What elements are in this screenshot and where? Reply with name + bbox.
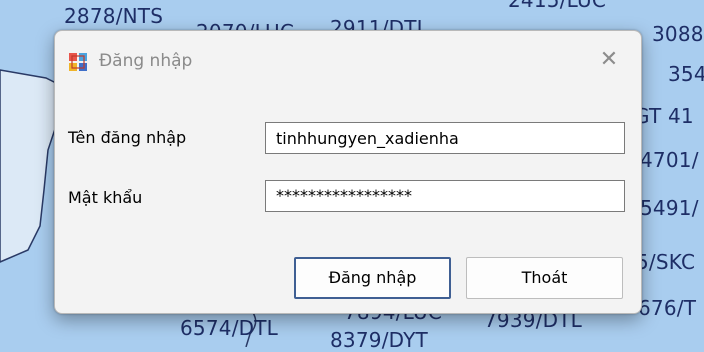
exit-button[interactable]: Thoát — [466, 257, 623, 299]
map-parcel-label: GT 41 — [634, 104, 694, 128]
login-button[interactable]: Đăng nhập — [294, 257, 451, 299]
username-label: Tên đăng nhập — [68, 128, 187, 147]
username-input[interactable] — [265, 122, 625, 154]
close-icon[interactable]: ✕ — [596, 47, 622, 73]
map-parcel-label: 5/SKC — [636, 250, 696, 274]
map-parcel-label: 8379/DYT — [330, 328, 428, 352]
login-dialog: Đăng nhập ✕ Tên đăng nhập Mật khẩu *****… — [54, 30, 642, 314]
app-window-icon — [69, 53, 87, 71]
map-parcel-label: 6574/DTL — [180, 316, 278, 340]
dialog-title: Đăng nhập — [99, 51, 193, 71]
map-parcel-label: 5491/ — [640, 196, 699, 220]
dialog-titlebar[interactable]: Đăng nhập ✕ — [55, 31, 641, 91]
map-parcel-label: 4701/ — [640, 148, 699, 172]
password-input[interactable]: ***************** — [265, 180, 625, 212]
password-label: Mật khẩu — [68, 188, 143, 207]
map-parcel-label: 3088 — [652, 22, 704, 46]
map-parcel-label: 2415/LUC — [508, 0, 606, 12]
map-parcel-label: 676/T — [638, 296, 697, 320]
map-parcel-label: 2878/NTS — [64, 4, 164, 28]
map-parcel-label: 354 — [668, 62, 704, 86]
